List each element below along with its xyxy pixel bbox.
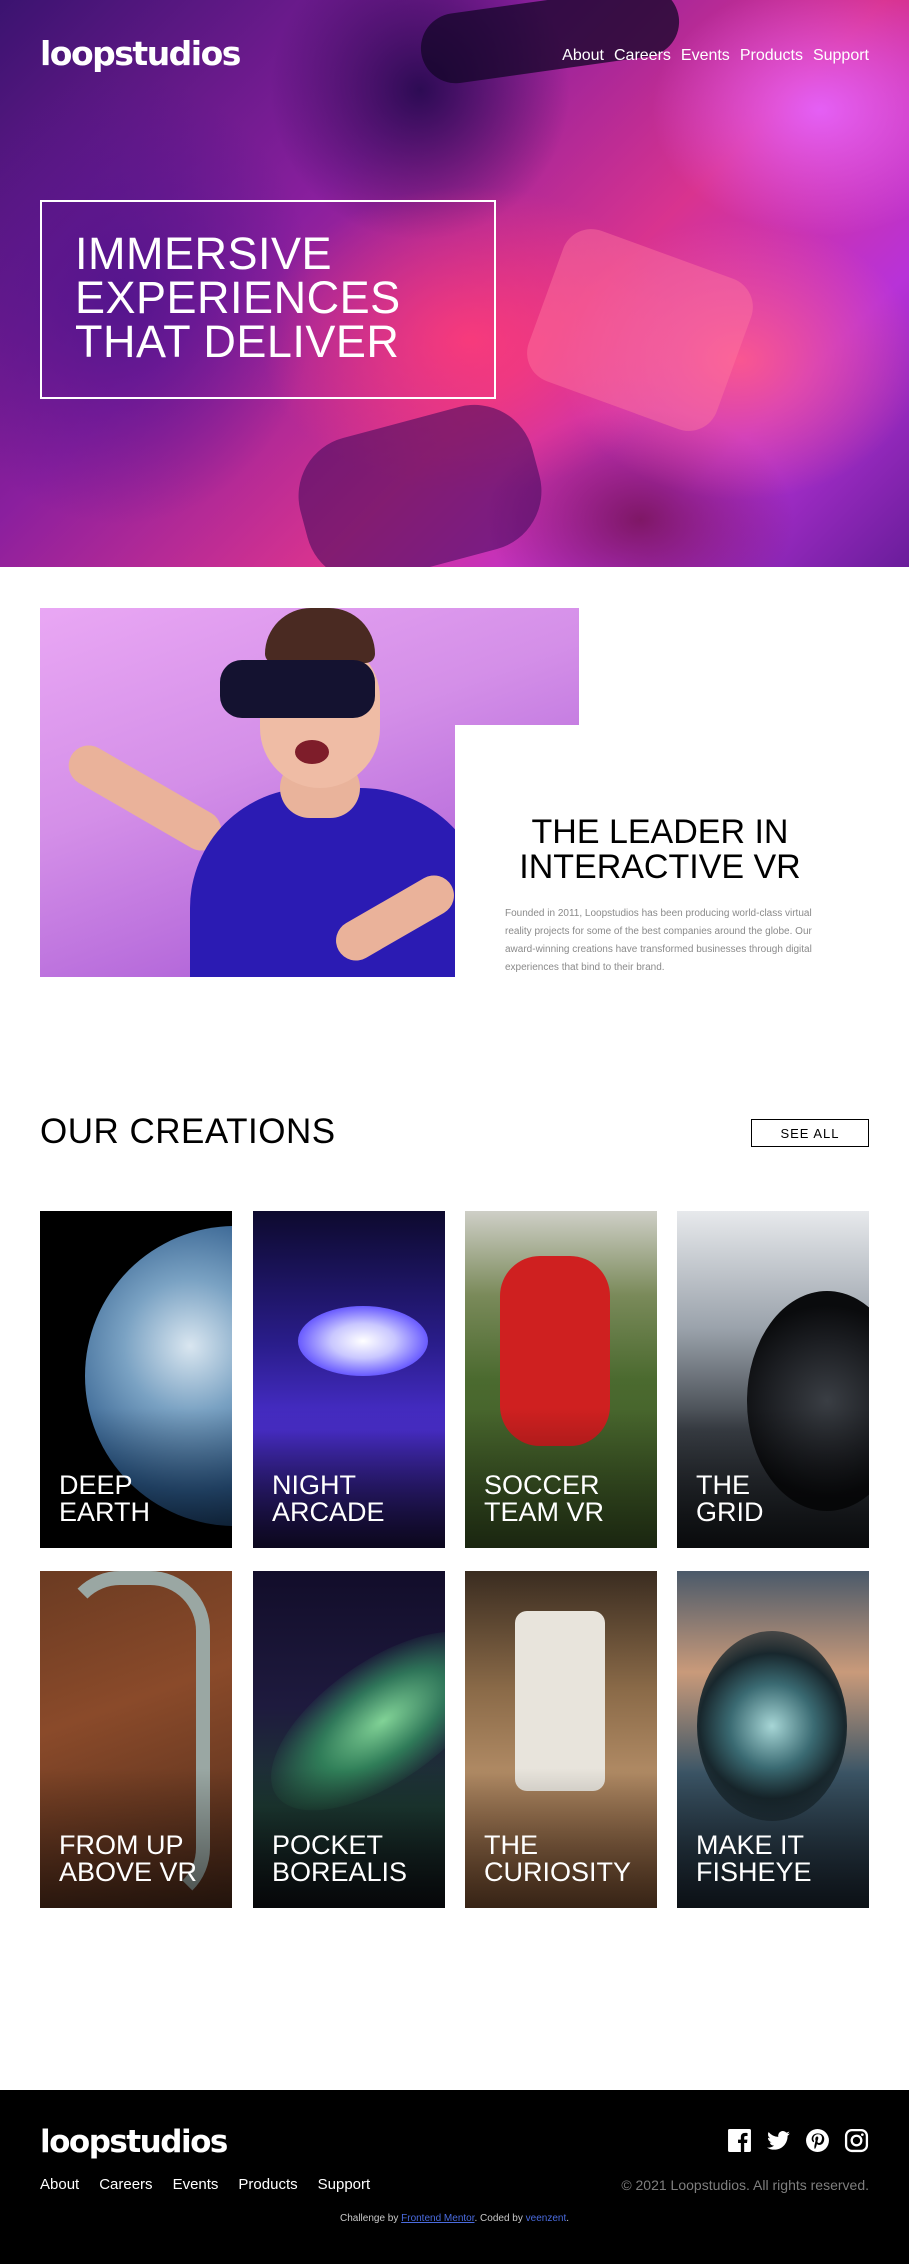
creation-card-label: NIGHT ARCADE (272, 1470, 385, 1527)
hero-headline-line-3: THAT DELIVER (75, 316, 400, 367)
hero-headline-line-2: EXPERIENCES (75, 272, 401, 323)
footer-link-support[interactable]: Support (318, 2176, 371, 2193)
intro-title-line-2: INTERACTIVE VR (519, 848, 801, 886)
intro-title-line-1: THE LEADER IN (531, 813, 789, 851)
creation-card-label: THE GRID (696, 1470, 764, 1527)
twitter-icon[interactable] (766, 2128, 791, 2153)
hero-headline-line-1: IMMERSIVE (75, 228, 333, 279)
nav-link-events[interactable]: Events (681, 47, 730, 65)
nav-link-careers[interactable]: Careers (614, 47, 671, 65)
intro-text-block: THE LEADER IN INTERACTIVE VR Founded in … (505, 815, 815, 977)
creation-card-label: DEEP EARTH (59, 1470, 151, 1527)
vr-headset (220, 660, 375, 718)
hero-background-image (416, 0, 684, 88)
hero-section: loopstudios About Careers Events Product… (0, 0, 909, 567)
creation-card-the-grid[interactable]: THE GRID (677, 1211, 869, 1548)
see-all-button[interactable]: SEE ALL (751, 1119, 869, 1147)
footer-link-events[interactable]: Events (173, 2176, 219, 2193)
attribution: Challenge by Frontend Mentor. Coded by v… (339, 2213, 570, 2224)
pinterest-icon[interactable] (805, 2128, 830, 2153)
creation-card-label: THE CURIOSITY (484, 1830, 632, 1887)
footer-link-products[interactable]: Products (238, 2176, 297, 2193)
intro-title: THE LEADER IN INTERACTIVE VR (505, 815, 815, 885)
creation-card-night-arcade[interactable]: NIGHT ARCADE (253, 1211, 445, 1548)
social-links (727, 2128, 869, 2153)
creation-card-label: SOCCER TEAM VR (484, 1470, 605, 1527)
creation-card-make-it-fisheye[interactable]: MAKE IT FISHEYE (677, 1571, 869, 1908)
footer-link-about[interactable]: About (40, 2176, 79, 2193)
creation-card-label: POCKET BOREALIS (272, 1830, 408, 1887)
coder-link[interactable]: veenzent (526, 2213, 567, 2224)
creation-card-label: MAKE IT FISHEYE (696, 1830, 812, 1887)
creation-card-label: FROM UP ABOVE VR (59, 1830, 198, 1887)
nav-link-products[interactable]: Products (740, 47, 803, 65)
site-footer: loopstudios About Careers Events Product… (0, 2090, 909, 2264)
creation-card-soccer-team-vr[interactable]: SOCCER TEAM VR (465, 1211, 657, 1548)
site-logo[interactable]: loopstudios (40, 34, 241, 73)
copyright-text: © 2021 Loopstudios. All rights reserved. (621, 2177, 869, 2193)
nav-link-about[interactable]: About (562, 47, 604, 65)
creation-card-the-curiosity[interactable]: THE CURIOSITY (465, 1571, 657, 1908)
creation-card-deep-earth[interactable]: DEEP EARTH (40, 1211, 232, 1548)
footer-logo[interactable]: loopstudios (40, 2124, 228, 2160)
instagram-icon[interactable] (844, 2128, 869, 2153)
facebook-icon[interactable] (727, 2128, 752, 2153)
creations-heading: OUR CREATIONS (40, 1112, 336, 1151)
creation-card-pocket-borealis[interactable]: POCKET BOREALIS (253, 1571, 445, 1908)
main-nav: About Careers Events Products Support (562, 47, 869, 65)
footer-nav: About Careers Events Products Support (40, 2176, 370, 2193)
intro-body: Founded in 2011, Loopstudios has been pr… (505, 908, 812, 973)
frontend-mentor-link[interactable]: Frontend Mentor (401, 2213, 474, 2224)
nav-link-support[interactable]: Support (813, 47, 869, 65)
footer-link-careers[interactable]: Careers (99, 2176, 152, 2193)
creation-card-from-up-above-vr[interactable]: FROM UP ABOVE VR (40, 1571, 232, 1908)
hero-headline-box: IMMERSIVE EXPERIENCES THAT DELIVER (40, 200, 496, 399)
